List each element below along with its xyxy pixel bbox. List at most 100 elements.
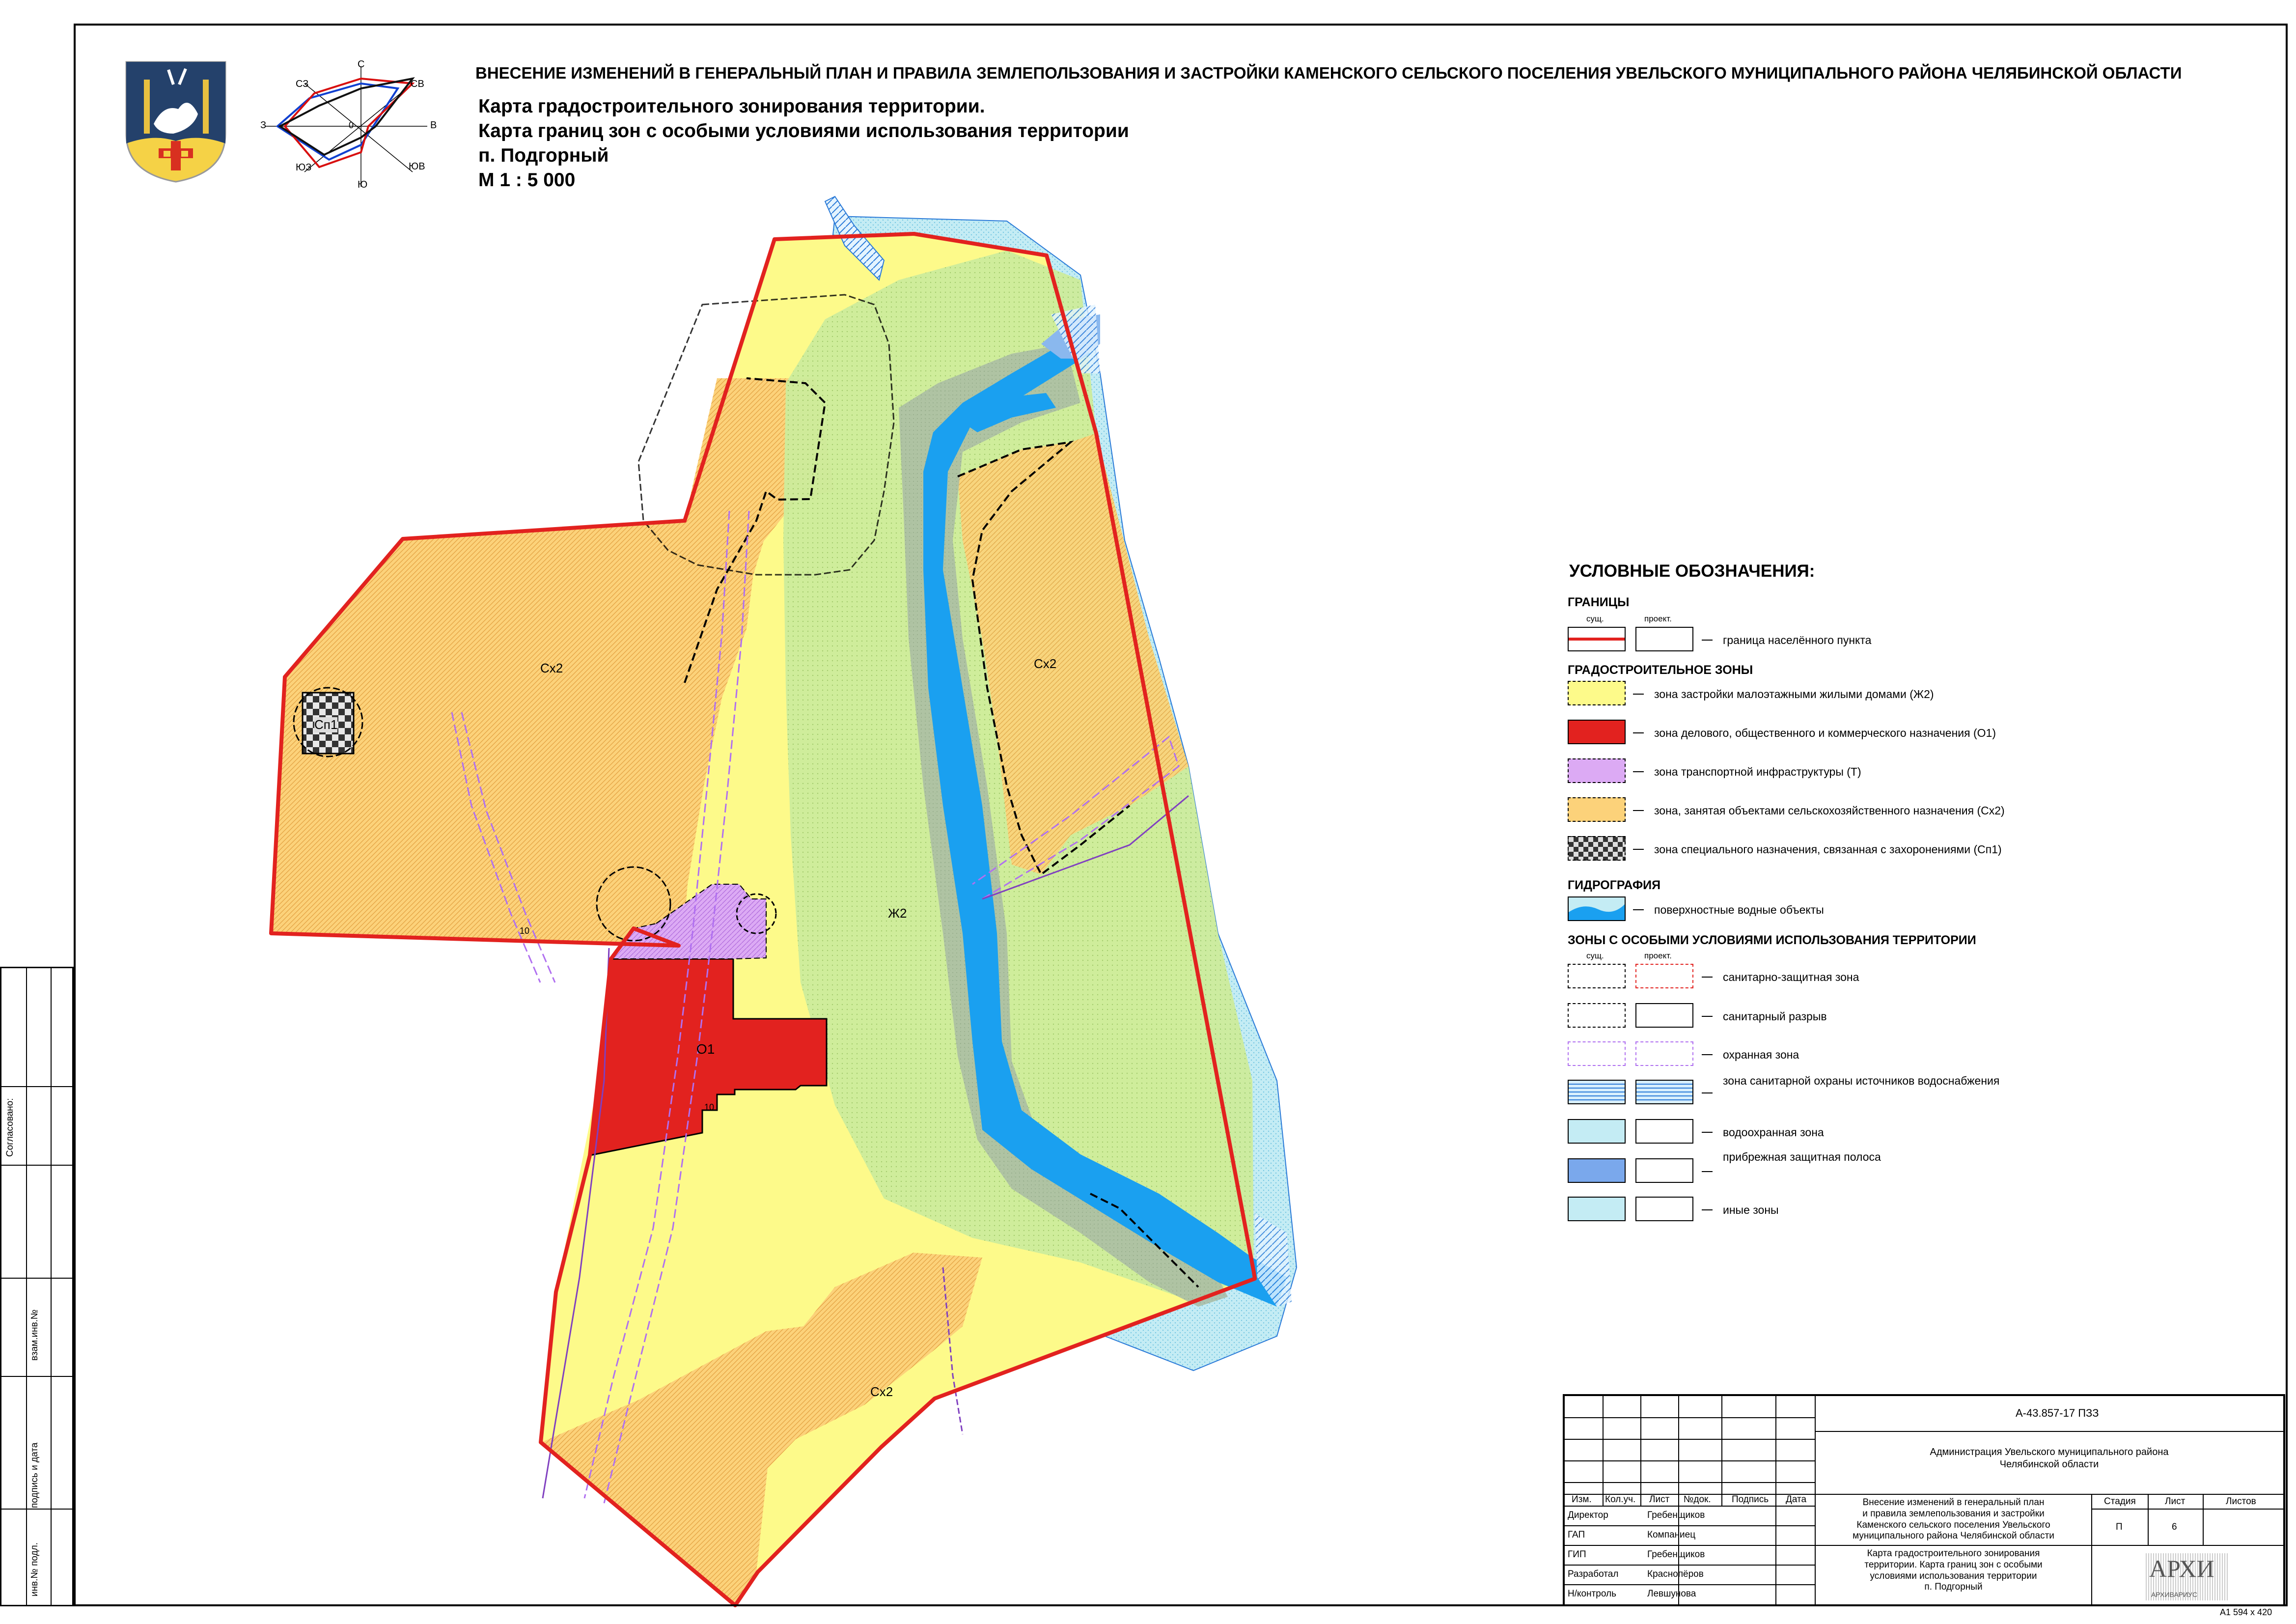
swatch-protect-project [1635,1041,1693,1066]
tb-h-list: Лист [1649,1494,1670,1505]
tb-name-3: Гребенщиков [1647,1549,1705,1560]
tb-sheets-label: Листов [2226,1496,2256,1507]
legend-supply-text: зона санитарной охраны источников водосн… [1723,1074,2000,1087]
tb-h-sign: Подпись [1732,1494,1769,1505]
swatch-o1 [1568,720,1626,744]
map-title-2: Карта границ зон с особыми условиями исп… [478,120,1129,141]
legend-col-existing-2: сущ. [1586,951,1604,960]
tb-h-date: Дата [1786,1494,1807,1505]
swatch-water [1568,896,1626,921]
swatch-supply-existing [1568,1080,1626,1104]
tb-logo-text: АРХИ [2149,1555,2214,1582]
legend-dash [1633,810,1644,811]
legend-sanitary-text: санитарно-защитная зона [1723,971,1859,983]
side-inv-replace: взам.инв.№ [29,1309,40,1361]
map-scale: М 1 : 5 000 [478,169,576,191]
tb-stage: П [2116,1522,2123,1532]
legend-dash [1633,732,1644,733]
swatch-cx2 [1568,797,1626,822]
legend-heading: УСЛОВНЫЕ ОБОЗНАЧЕНИЯ: [1569,561,1815,581]
tb-logo: АРХИ АРХИВАРИУС [2144,1553,2228,1600]
legend-dash [1702,1209,1713,1210]
legend-col-project-2: проект. [1644,951,1672,960]
legend-dash [1702,640,1713,641]
legend-dash [1702,1092,1713,1093]
swatch-other-project [1635,1197,1693,1221]
title-block: А-43.857-17 ПЗЗ Администрация Увельского… [1563,1394,2285,1606]
tb-code: А-43.857-17 ПЗЗ [2016,1407,2099,1419]
tb-name-2: Компаниец [1647,1530,1696,1540]
rose-s: Ю [358,179,368,190]
side-agreed: Согласовано: [5,1098,15,1157]
tb-client-1: Администрация Увельского муниципального … [1930,1447,2169,1457]
legend-section-zones: ГРАДОСТРОИТЕЛЬНОЕ ЗОНЫ [1568,663,1753,677]
legend-dash [1702,1016,1713,1017]
tb-h-doc: №док. [1684,1494,1711,1505]
legend-section-hydro: ГИДРОГРАФИЯ [1568,878,1661,892]
legend-cx2-text: зона, занятая объектами сельскохозяйстве… [1654,804,2005,817]
legend-dash [1633,771,1644,772]
rose-e: В [430,120,437,131]
tb-project: Внесение изменений в генеральный план и … [1815,1497,2092,1542]
swatch-supply-project [1635,1080,1693,1104]
legend-col-project: проект. [1644,614,1672,623]
legend-section-special: ЗОНЫ С ОСОБЫМИ УСЛОВИЯМИ ИСПОЛЬЗОВАНИЯ Т… [1568,933,1976,947]
legend-gap-text: санитарный разрыв [1723,1010,1827,1023]
coat-of-arms [124,60,227,184]
swatch-border-project [1635,627,1693,651]
legend-dash [1702,1054,1713,1055]
tb-logo-sub: АРХИВАРИУС [2151,1591,2198,1598]
settlement-name: п. Подгорный [478,145,609,166]
legend-border-text: граница населённого пункта [1723,634,1872,646]
legend-t-text: зона транспортной инфраструктуры (Т) [1654,765,1861,778]
tb-project-1: Внесение изменений в генеральный план [1862,1497,2045,1508]
legend-sp1-text: зона специального назначения, связанная … [1654,843,2002,856]
legend-col-existing: сущ. [1586,614,1604,623]
rose-ne: СВ [411,79,424,89]
tb-sheet-title-2: территории. Карта границ зон с особыми [1864,1559,2043,1570]
tb-client-2: Челябинской области [1999,1459,2099,1470]
wind-rose: С СВ В ЮВ Ю ЮЗ З СЗ 0 [250,59,437,192]
tb-sheet-title-1: Карта градостроительного зонирования [1867,1548,2040,1559]
legend-waterprotect-text: водоохранная зона [1723,1126,1824,1139]
legend-dash [1633,849,1644,850]
legend-dash [1702,1132,1713,1133]
tb-h-kol: Кол.уч. [1605,1494,1636,1505]
legend-dash [1633,909,1644,910]
tb-project-4: муниципального района Челябинской област… [1853,1531,2054,1541]
legend-o1-text: зона делового, общественного и коммерчес… [1654,727,1996,739]
tb-role-2: ГАП [1568,1530,1585,1540]
swatch-sanitary-project [1635,964,1693,988]
tb-name-5: Левшунова [1647,1589,1696,1599]
rose-n: С [358,59,365,70]
document-title: ВНЕСЕНИЕ ИЗМЕНЕНИЙ В ГЕНЕРАЛЬНЫЙ ПЛАН И … [475,64,2182,82]
legend-dash [1633,694,1644,695]
sheet-size: А1 594 x 420 [2220,1607,2272,1617]
side-inv-orig: инв.№ подл. [29,1542,40,1596]
swatch-waterprotect-project [1635,1119,1693,1144]
tb-sheet: 6 [2172,1522,2177,1532]
tb-role-4: Разработал [1568,1569,1619,1579]
legend-dash [1702,977,1713,978]
swatch-t [1568,758,1626,783]
tb-sheet-title: Карта градостроительного зонирования тер… [1815,1548,2092,1593]
swatch-gap-project [1635,1003,1693,1028]
swatch-border-existing [1568,627,1626,651]
swatch-coastal-project [1635,1158,1693,1183]
swatch-sanitary-existing [1568,964,1626,988]
tb-role-3: ГИП [1568,1549,1586,1560]
tb-sheet-title-3: условиями использования территории [1870,1570,2037,1581]
swatch-protect-existing [1568,1041,1626,1066]
legend-section-borders: ГРАНИЦЫ [1568,595,1630,609]
tb-role-5: Н/контроль [1568,1589,1616,1599]
tb-name-4: Краснопёров [1647,1569,1704,1579]
legend-water-text: поверхностные водные объекты [1654,903,1824,916]
rose-nw: СЗ [296,79,309,89]
legend-other-text: иные зоны [1723,1204,1779,1216]
swatch-sp1 [1568,836,1626,861]
tb-stage-label: Стадия [2104,1496,2136,1507]
rose-w: З [260,120,267,131]
tb-client: Администрация Увельского муниципального … [1815,1446,2283,1471]
legend-zh2-text: зона застройки малоэтажными жилыми домам… [1654,688,1934,700]
tb-project-2: и правила землепользования и застройки [1862,1508,2045,1519]
